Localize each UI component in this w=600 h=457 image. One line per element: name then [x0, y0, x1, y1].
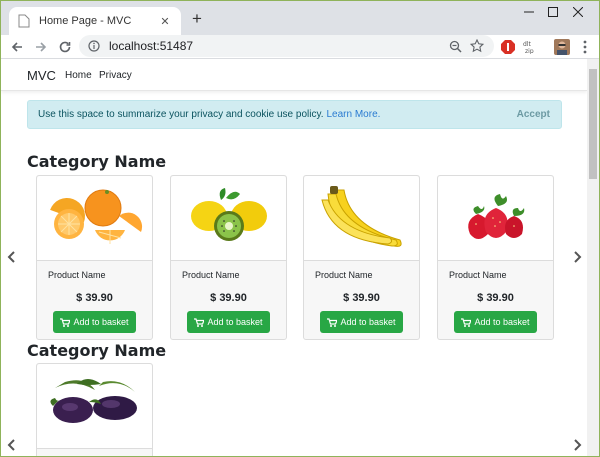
product-image — [438, 176, 553, 261]
carousel-next-icon[interactable] — [571, 436, 585, 454]
extension-clip-icon[interactable]: dlt zip — [521, 37, 541, 57]
browser-toolbar: localhost:51487 dlt zip — [1, 35, 599, 59]
product-card: Product Name $ 39.90 Add to basket — [437, 175, 554, 340]
product-price: $ 39.90 — [343, 292, 380, 304]
tab-strip: Home Page - MVC ✕ + — [1, 1, 599, 35]
product-card: Product Name $ 39.90 Add to basket — [303, 175, 420, 340]
new-tab-button[interactable]: + — [187, 9, 207, 29]
zoom-icon[interactable] — [446, 37, 464, 55]
add-to-basket-label: Add to basket — [340, 317, 396, 327]
page-viewport: MVC Home Privacy Use this space to summa… — [1, 59, 587, 456]
extension-stop-icon[interactable] — [498, 37, 518, 57]
bookmark-star-icon[interactable] — [468, 37, 486, 55]
cookie-consent-banner: Use this space to summarize your privacy… — [27, 100, 562, 129]
reload-button[interactable] — [53, 35, 77, 59]
tab-title: Home Page - MVC — [39, 15, 132, 27]
product-image — [171, 176, 286, 261]
profile-avatar-icon[interactable] — [552, 37, 572, 57]
scrollbar-thumb[interactable] — [589, 69, 597, 179]
accept-cookie-button[interactable]: Accept — [517, 109, 550, 120]
add-to-basket-label: Add to basket — [73, 317, 129, 327]
product-name: Product Name — [449, 270, 507, 280]
forward-button[interactable] — [29, 35, 53, 59]
url-text: localhost:51487 — [109, 39, 194, 53]
learn-more-link[interactable]: Learn More. — [327, 109, 381, 120]
product-price: $ 39.90 — [76, 292, 113, 304]
product-card: Product Name $ 39.90 Add to basket — [36, 175, 153, 340]
carousel-prev-icon[interactable] — [4, 248, 18, 266]
carousel-prev-icon[interactable] — [4, 436, 18, 454]
back-button[interactable] — [5, 35, 29, 59]
product-name: Product Name — [182, 270, 240, 280]
nav-home-link[interactable]: Home — [65, 70, 92, 81]
shopping-cart-icon — [327, 317, 338, 327]
info-icon[interactable] — [87, 39, 101, 53]
category-title: Category Name — [27, 341, 167, 360]
product-card — [36, 363, 153, 456]
product-image — [37, 364, 152, 449]
browser-window: Home Page - MVC ✕ + localhost:51487 dlt … — [0, 0, 600, 457]
carousel-next-icon[interactable] — [571, 248, 585, 266]
page-scrollbar[interactable] — [587, 59, 599, 456]
shopping-cart-icon — [194, 317, 205, 327]
product-price: $ 39.90 — [210, 292, 247, 304]
address-bar[interactable]: localhost:51487 — [79, 35, 494, 57]
product-image — [304, 176, 419, 261]
product-image — [37, 176, 152, 261]
shopping-cart-icon — [461, 317, 472, 327]
nav-privacy-link[interactable]: Privacy — [99, 70, 132, 81]
page-icon — [17, 14, 31, 28]
close-window-button[interactable] — [560, 3, 596, 21]
svg-text:dlt: dlt — [523, 41, 531, 48]
product-price: $ 39.90 — [477, 292, 514, 304]
browser-tab[interactable]: Home Page - MVC ✕ — [9, 7, 181, 35]
add-to-basket-button[interactable]: Add to basket — [320, 311, 403, 333]
menu-icon[interactable] — [575, 37, 595, 57]
add-to-basket-button[interactable]: Add to basket — [53, 311, 136, 333]
category-title: Category Name — [27, 152, 167, 171]
product-name: Product Name — [48, 270, 106, 280]
add-to-basket-label: Add to basket — [207, 317, 263, 327]
add-to-basket-button[interactable]: Add to basket — [187, 311, 270, 333]
site-navbar: MVC Home Privacy — [1, 59, 587, 91]
svg-text:zip: zip — [525, 48, 534, 54]
product-name: Product Name — [315, 270, 373, 280]
cookie-text: Use this space to summarize your privacy… — [38, 109, 324, 120]
product-card: Product Name $ 39.90 Add to basket — [170, 175, 287, 340]
add-to-basket-label: Add to basket — [474, 317, 530, 327]
shopping-cart-icon — [60, 317, 71, 327]
close-tab-icon[interactable]: ✕ — [157, 15, 173, 28]
site-brand[interactable]: MVC — [27, 68, 56, 83]
add-to-basket-button[interactable]: Add to basket — [454, 311, 537, 333]
